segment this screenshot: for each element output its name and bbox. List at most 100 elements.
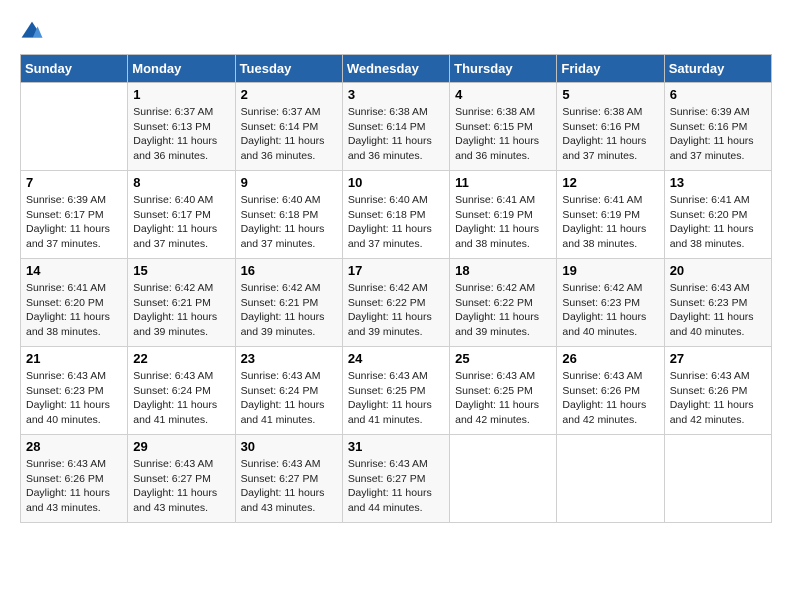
logo-icon	[20, 20, 44, 44]
day-number: 4	[455, 87, 551, 102]
calendar-cell: 24 Sunrise: 6:43 AM Sunset: 6:25 PM Dayli…	[342, 347, 449, 435]
calendar-cell: 9 Sunrise: 6:40 AM Sunset: 6:18 PM Daylig…	[235, 171, 342, 259]
day-number: 10	[348, 175, 444, 190]
day-number: 15	[133, 263, 229, 278]
calendar-week-row: 28Sunrise: 6:43 AM Sunset: 6:26 PM Dayli…	[21, 435, 772, 523]
day-number: 5	[562, 87, 658, 102]
day-number: 29	[133, 439, 229, 454]
cell-info: Sunrise: 6:43 AM Sunset: 6:24 PM Dayligh…	[133, 369, 229, 428]
cell-info: Sunrise: 6:43 AM Sunset: 6:27 PM Dayligh…	[348, 457, 444, 516]
day-number: 30	[241, 439, 337, 454]
calendar-cell: 12 Sunrise: 6:41 AM Sunset: 6:19 PM Dayli…	[557, 171, 664, 259]
calendar-cell: 1 Sunrise: 6:37 AM Sunset: 6:13 PM Daylig…	[128, 83, 235, 171]
day-number: 20	[670, 263, 766, 278]
calendar-week-row: 14 Sunrise: 6:41 AM Sunset: 6:20 PM Dayli…	[21, 259, 772, 347]
header-cell-wednesday: Wednesday	[342, 55, 449, 83]
calendar-cell: 26Sunrise: 6:43 AM Sunset: 6:26 PM Dayli…	[557, 347, 664, 435]
day-number: 26	[562, 351, 658, 366]
calendar-cell: 15 Sunrise: 6:42 AM Sunset: 6:21 PM Dayli…	[128, 259, 235, 347]
day-number: 25	[455, 351, 551, 366]
calendar-cell: 29 Sunrise: 6:43 AM Sunset: 6:27 PM Dayli…	[128, 435, 235, 523]
day-number: 3	[348, 87, 444, 102]
day-number: 23	[241, 351, 337, 366]
calendar-cell: 27Sunrise: 6:43 AM Sunset: 6:26 PM Dayli…	[664, 347, 771, 435]
cell-info: Sunrise: 6:42 AM Sunset: 6:21 PM Dayligh…	[241, 281, 337, 340]
calendar-week-row: 21Sunrise: 6:43 AM Sunset: 6:23 PM Dayli…	[21, 347, 772, 435]
day-number: 22	[133, 351, 229, 366]
calendar-cell: 14 Sunrise: 6:41 AM Sunset: 6:20 PM Dayli…	[21, 259, 128, 347]
cell-info: Sunrise: 6:38 AM Sunset: 6:16 PM Dayligh…	[562, 105, 658, 164]
calendar-cell	[664, 435, 771, 523]
day-number: 1	[133, 87, 229, 102]
calendar-cell: 16 Sunrise: 6:42 AM Sunset: 6:21 PM Dayli…	[235, 259, 342, 347]
calendar-cell	[557, 435, 664, 523]
calendar-cell: 6 Sunrise: 6:39 AM Sunset: 6:16 PM Daylig…	[664, 83, 771, 171]
cell-info: Sunrise: 6:41 AM Sunset: 6:20 PM Dayligh…	[26, 281, 122, 340]
calendar-week-row: 7Sunrise: 6:39 AM Sunset: 6:17 PM Daylig…	[21, 171, 772, 259]
calendar-cell: 13Sunrise: 6:41 AM Sunset: 6:20 PM Dayli…	[664, 171, 771, 259]
calendar-cell: 2 Sunrise: 6:37 AM Sunset: 6:14 PM Daylig…	[235, 83, 342, 171]
cell-info: Sunrise: 6:40 AM Sunset: 6:17 PM Dayligh…	[133, 193, 229, 252]
calendar-cell: 21Sunrise: 6:43 AM Sunset: 6:23 PM Dayli…	[21, 347, 128, 435]
day-number: 13	[670, 175, 766, 190]
calendar-cell: 23 Sunrise: 6:43 AM Sunset: 6:24 PM Dayli…	[235, 347, 342, 435]
logo	[20, 20, 52, 44]
cell-info: Sunrise: 6:42 AM Sunset: 6:22 PM Dayligh…	[455, 281, 551, 340]
day-number: 11	[455, 175, 551, 190]
header-cell-saturday: Saturday	[664, 55, 771, 83]
day-number: 6	[670, 87, 766, 102]
calendar-cell: 10 Sunrise: 6:40 AM Sunset: 6:18 PM Dayli…	[342, 171, 449, 259]
day-number: 12	[562, 175, 658, 190]
cell-info: Sunrise: 6:43 AM Sunset: 6:27 PM Dayligh…	[133, 457, 229, 516]
day-number: 14	[26, 263, 122, 278]
cell-info: Sunrise: 6:43 AM Sunset: 6:24 PM Dayligh…	[241, 369, 337, 428]
cell-info: Sunrise: 6:38 AM Sunset: 6:15 PM Dayligh…	[455, 105, 551, 164]
calendar-body: 1 Sunrise: 6:37 AM Sunset: 6:13 PM Daylig…	[21, 83, 772, 523]
calendar-cell: 18Sunrise: 6:42 AM Sunset: 6:22 PM Dayli…	[450, 259, 557, 347]
day-number: 8	[133, 175, 229, 190]
day-number: 2	[241, 87, 337, 102]
cell-info: Sunrise: 6:41 AM Sunset: 6:19 PM Dayligh…	[562, 193, 658, 252]
page-header	[20, 20, 772, 44]
cell-info: Sunrise: 6:37 AM Sunset: 6:13 PM Dayligh…	[133, 105, 229, 164]
calendar-cell: 7Sunrise: 6:39 AM Sunset: 6:17 PM Daylig…	[21, 171, 128, 259]
calendar-cell: 4 Sunrise: 6:38 AM Sunset: 6:15 PM Daylig…	[450, 83, 557, 171]
calendar-week-row: 1 Sunrise: 6:37 AM Sunset: 6:13 PM Daylig…	[21, 83, 772, 171]
header-cell-sunday: Sunday	[21, 55, 128, 83]
cell-info: Sunrise: 6:42 AM Sunset: 6:21 PM Dayligh…	[133, 281, 229, 340]
cell-info: Sunrise: 6:40 AM Sunset: 6:18 PM Dayligh…	[241, 193, 337, 252]
calendar-cell: 8 Sunrise: 6:40 AM Sunset: 6:17 PM Daylig…	[128, 171, 235, 259]
header-cell-tuesday: Tuesday	[235, 55, 342, 83]
header-row: SundayMondayTuesdayWednesdayThursdayFrid…	[21, 55, 772, 83]
cell-info: Sunrise: 6:42 AM Sunset: 6:22 PM Dayligh…	[348, 281, 444, 340]
calendar-cell	[21, 83, 128, 171]
cell-info: Sunrise: 6:43 AM Sunset: 6:23 PM Dayligh…	[26, 369, 122, 428]
calendar-cell: 3Sunrise: 6:38 AM Sunset: 6:14 PM Daylig…	[342, 83, 449, 171]
day-number: 9	[241, 175, 337, 190]
calendar-cell: 11Sunrise: 6:41 AM Sunset: 6:19 PM Dayli…	[450, 171, 557, 259]
cell-info: Sunrise: 6:40 AM Sunset: 6:18 PM Dayligh…	[348, 193, 444, 252]
calendar-cell: 25Sunrise: 6:43 AM Sunset: 6:25 PM Dayli…	[450, 347, 557, 435]
calendar-cell: 28Sunrise: 6:43 AM Sunset: 6:26 PM Dayli…	[21, 435, 128, 523]
calendar-cell: 17Sunrise: 6:42 AM Sunset: 6:22 PM Dayli…	[342, 259, 449, 347]
header-cell-thursday: Thursday	[450, 55, 557, 83]
cell-info: Sunrise: 6:37 AM Sunset: 6:14 PM Dayligh…	[241, 105, 337, 164]
cell-info: Sunrise: 6:43 AM Sunset: 6:26 PM Dayligh…	[670, 369, 766, 428]
cell-info: Sunrise: 6:43 AM Sunset: 6:27 PM Dayligh…	[241, 457, 337, 516]
day-number: 28	[26, 439, 122, 454]
day-number: 24	[348, 351, 444, 366]
calendar-table: SundayMondayTuesdayWednesdayThursdayFrid…	[20, 54, 772, 523]
calendar-cell: 19Sunrise: 6:42 AM Sunset: 6:23 PM Dayli…	[557, 259, 664, 347]
calendar-cell: 20 Sunrise: 6:43 AM Sunset: 6:23 PM Dayli…	[664, 259, 771, 347]
day-number: 19	[562, 263, 658, 278]
day-number: 31	[348, 439, 444, 454]
calendar-cell: 30 Sunrise: 6:43 AM Sunset: 6:27 PM Dayli…	[235, 435, 342, 523]
calendar-header: SundayMondayTuesdayWednesdayThursdayFrid…	[21, 55, 772, 83]
cell-info: Sunrise: 6:39 AM Sunset: 6:17 PM Dayligh…	[26, 193, 122, 252]
cell-info: Sunrise: 6:43 AM Sunset: 6:25 PM Dayligh…	[348, 369, 444, 428]
cell-info: Sunrise: 6:39 AM Sunset: 6:16 PM Dayligh…	[670, 105, 766, 164]
header-cell-monday: Monday	[128, 55, 235, 83]
cell-info: Sunrise: 6:43 AM Sunset: 6:23 PM Dayligh…	[670, 281, 766, 340]
day-number: 16	[241, 263, 337, 278]
calendar-cell	[450, 435, 557, 523]
